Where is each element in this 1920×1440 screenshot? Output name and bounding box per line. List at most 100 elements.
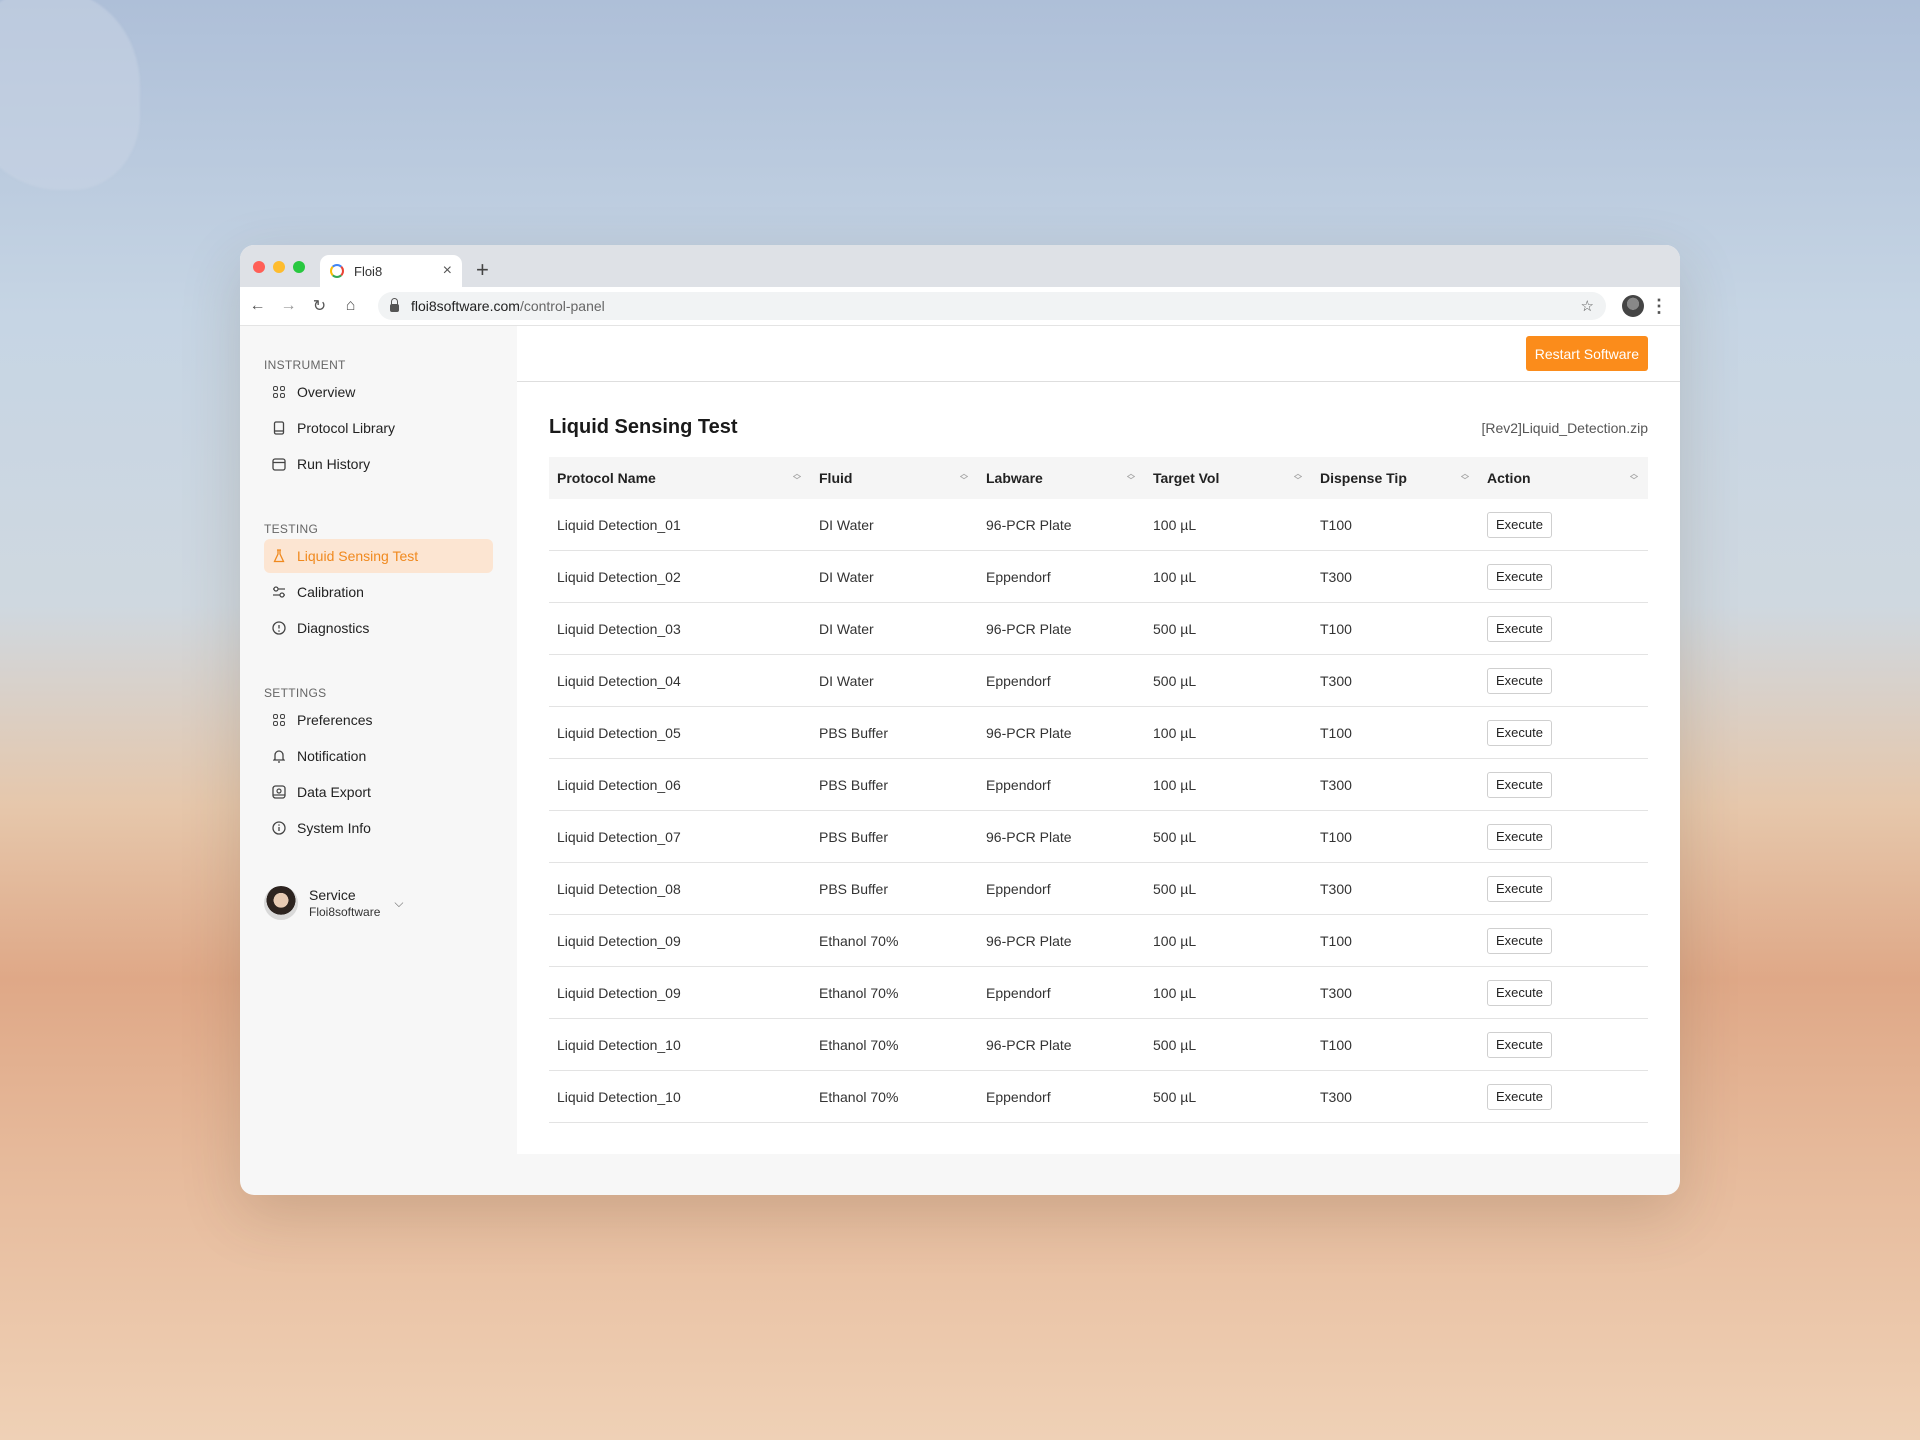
execute-button[interactable]: Execute: [1487, 927, 1552, 954]
home-icon[interactable]: ⌂: [335, 297, 366, 315]
new-tab-icon[interactable]: +: [476, 257, 489, 283]
execute-button[interactable]: Execute: [1487, 979, 1552, 1006]
reload-icon[interactable]: ↻: [304, 296, 335, 316]
sort-icon[interactable]: ︿ ﹀: [1294, 470, 1302, 485]
sidebar-item-label: Preferences: [297, 712, 373, 728]
column-header[interactable]: Fluid ︿ ﹀: [811, 457, 978, 499]
window-controls: [253, 261, 305, 273]
table-cell: Ethanol 70%: [811, 966, 978, 1019]
sidebar-item-notification[interactable]: Notification: [264, 739, 493, 773]
column-header-label: Action: [1487, 470, 1531, 486]
table-cell: 96-PCR Plate: [978, 914, 1145, 967]
table-cell: 96-PCR Plate: [978, 810, 1145, 863]
browser-menu-icon[interactable]: ⋮: [1644, 296, 1674, 317]
profile-avatar-icon[interactable]: [1622, 295, 1644, 317]
table-cell: Liquid Detection_02: [549, 550, 811, 603]
sort-icon[interactable]: ︿ ﹀: [1127, 470, 1135, 485]
sidebar-item-system-info[interactable]: System Info: [264, 811, 493, 845]
url-host: floi8software.com: [411, 298, 520, 314]
table-cell: PBS Buffer: [811, 706, 978, 759]
url-path: /control-panel: [519, 298, 605, 314]
column-header[interactable]: Dispense Tip ︿ ﹀: [1312, 457, 1479, 499]
browser-tab[interactable]: Floi8 ×: [320, 255, 462, 287]
sidebar-item-overview[interactable]: Overview: [264, 375, 493, 409]
info-icon: [272, 821, 286, 835]
chevron-down-icon[interactable]: ⌵: [394, 896, 403, 911]
sort-icon[interactable]: ︿ ﹀: [1630, 470, 1638, 485]
table-cell: Liquid Detection_06: [549, 758, 811, 811]
restart-software-button[interactable]: Restart Software: [1525, 336, 1648, 371]
table-cell: Eppendorf: [978, 654, 1145, 707]
execute-button[interactable]: Execute: [1487, 667, 1552, 694]
user-name: Service: [309, 887, 356, 903]
sidebar-item-run-history[interactable]: Run History: [264, 447, 493, 481]
execute-button[interactable]: Execute: [1487, 719, 1552, 746]
table-cell: DI Water: [811, 550, 978, 603]
table-row: Liquid Detection_10 Ethanol 70% 96-PCR Pla…: [549, 1018, 1648, 1071]
action-cell: Execute: [1479, 550, 1648, 603]
action-cell: Execute: [1479, 758, 1648, 811]
table-cell: PBS Buffer: [811, 810, 978, 863]
execute-button[interactable]: Execute: [1487, 771, 1552, 798]
sort-icon[interactable]: ︿ ﹀: [1461, 470, 1469, 485]
table-cell: 500 µL: [1145, 602, 1312, 655]
back-icon[interactable]: ←: [242, 297, 273, 315]
execute-button[interactable]: Execute: [1487, 875, 1552, 902]
table-body: Liquid Detection_01 DI Water 96-PCR Plate 1…: [549, 499, 1648, 1123]
sort-icon[interactable]: ︿ ﹀: [960, 470, 968, 485]
close-tab-icon[interactable]: ×: [443, 262, 452, 280]
column-header[interactable]: Labware ︿ ﹀: [978, 457, 1145, 499]
execute-button[interactable]: Execute: [1487, 563, 1552, 590]
action-cell: Execute: [1479, 602, 1648, 655]
table-row: Liquid Detection_03 DI Water 96-PCR Plate 5…: [549, 602, 1648, 655]
column-header[interactable]: Target Vol ︿ ﹀: [1145, 457, 1312, 499]
column-header[interactable]: Action ︿ ﹀: [1479, 457, 1648, 499]
sort-icon[interactable]: ︿ ﹀: [793, 470, 801, 485]
action-cell: Execute: [1479, 654, 1648, 707]
column-header[interactable]: Protocol Name ︿ ﹀: [549, 457, 811, 499]
table-cell: Liquid Detection_03: [549, 602, 811, 655]
calendar-icon: [272, 457, 286, 471]
close-window-button[interactable]: [253, 261, 265, 273]
bookmark-star-icon[interactable]: ☆: [1581, 297, 1594, 315]
maximize-window-button[interactable]: [293, 261, 305, 273]
execute-button[interactable]: Execute: [1487, 511, 1552, 538]
table-row: Liquid Detection_04 DI Water Eppendorf 500 …: [549, 654, 1648, 707]
column-header-label: Labware: [986, 470, 1043, 486]
table-row: Liquid Detection_05 PBS Buffer 96-PCR Plat…: [549, 706, 1648, 759]
table-cell: 96-PCR Plate: [978, 706, 1145, 759]
table-row: Liquid Detection_02 DI Water Eppendorf 100 …: [549, 550, 1648, 603]
sidebar-item-preferences[interactable]: Preferences: [264, 703, 493, 737]
sidebar-item-diagnostics[interactable]: Diagnostics: [264, 611, 493, 645]
table-cell: DI Water: [811, 499, 978, 551]
table-cell: Liquid Detection_09: [549, 914, 811, 967]
address-bar[interactable]: floi8software.com /control-panel ☆: [378, 292, 1606, 320]
table-row: Liquid Detection_10 Ethanol 70% Eppendorf 5…: [549, 1070, 1648, 1123]
column-header-label: Fluid: [819, 470, 853, 486]
table-cell: Ethanol 70%: [811, 1018, 978, 1071]
lock-icon: [390, 297, 399, 312]
sidebar-item-data-export[interactable]: Data Export: [264, 775, 493, 809]
execute-button[interactable]: Execute: [1487, 823, 1552, 850]
forward-icon[interactable]: →: [273, 297, 304, 315]
sidebar-item-calibration[interactable]: Calibration: [264, 575, 493, 609]
avatar: [264, 886, 298, 920]
table-row: Liquid Detection_07 PBS Buffer 96-PCR Plat…: [549, 810, 1648, 863]
execute-button[interactable]: Execute: [1487, 1031, 1552, 1058]
table-row: Liquid Detection_09 Ethanol 70% Eppendorf 1…: [549, 966, 1648, 1019]
grid-icon: [272, 713, 286, 727]
execute-button[interactable]: Execute: [1487, 615, 1552, 642]
action-cell: Execute: [1479, 966, 1648, 1019]
table-cell: Ethanol 70%: [811, 914, 978, 967]
google-icon: [330, 264, 344, 278]
minimize-window-button[interactable]: [273, 261, 285, 273]
sidebar-item-protocol-library[interactable]: Protocol Library: [264, 411, 493, 445]
tab-title: Floi8: [354, 263, 383, 279]
browser-window: Floi8 × + ← → ↻ ⌂ floi8software.com /con…: [240, 245, 1680, 1195]
action-cell: Execute: [1479, 706, 1648, 759]
execute-button[interactable]: Execute: [1487, 1083, 1552, 1110]
user-menu[interactable]: Service Floi8software ⌵: [264, 886, 403, 920]
column-header-label: Dispense Tip: [1320, 470, 1407, 486]
sidebar-item-liquid-sensing-test[interactable]: Liquid Sensing Test: [264, 539, 493, 573]
table-cell: 500 µL: [1145, 1018, 1312, 1071]
